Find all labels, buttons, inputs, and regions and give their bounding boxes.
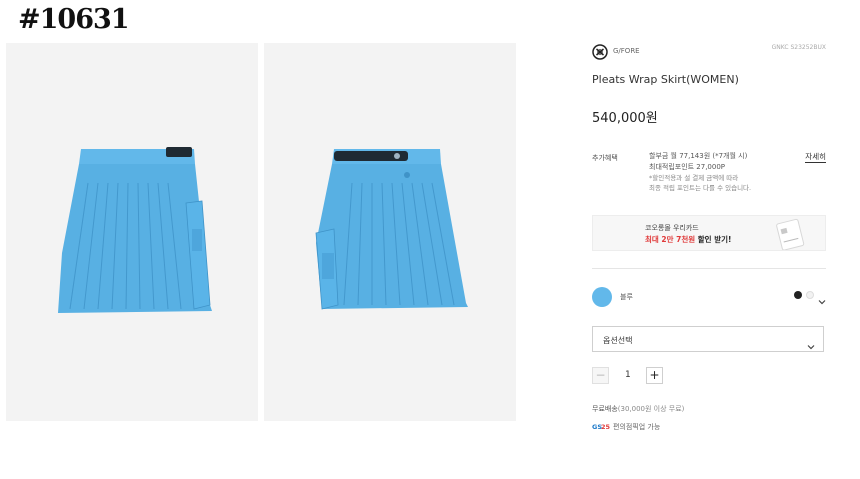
svg-text:25: 25 [601,423,610,430]
color-options [794,291,826,305]
banner-offer-suffix: 할인 받기! [695,235,732,244]
option-select[interactable]: 옵션선택 [592,326,824,352]
quantity-value[interactable]: 1 [625,370,631,380]
points-text: 최대적립포인트 27,000P [649,163,726,171]
selected-color-label: 블루 [620,293,633,301]
listing-number: #10631 [18,4,130,35]
gfore-logo-icon[interactable] [592,44,608,64]
brand-name[interactable]: G/FORE [613,47,640,55]
selected-color-swatch[interactable] [592,287,612,307]
product-title: Pleats Wrap Skirt(WOMEN) [592,73,739,86]
pickup-text: 편의점픽업 가능 [613,423,661,431]
option-select-value: 옵션선택 [603,336,633,345]
benefit-details-link[interactable]: 자세히 [805,152,826,163]
product-image-front[interactable] [6,43,258,421]
quantity-stepper: − 1 + [592,367,663,385]
credit-card-icon [771,218,811,254]
shipping-info: 무료배송(30,000원 이상 무료) [592,404,684,414]
points-note-line2: 최종 적립 포인트는 다를 수 있습니다. [649,184,752,192]
plus-icon: + [649,368,660,382]
section-divider [592,268,826,269]
quantity-increase-button[interactable]: + [646,367,663,384]
skirt-front-illustration [58,147,212,313]
benefit-label: 추가혜택 [592,154,618,162]
minus-icon: − [595,368,606,382]
benefit-details: 할부금 월 77,143원 (*7개월 시) 최대적립포인트 27,000P *… [649,151,751,193]
color-option-black[interactable] [794,291,802,299]
banner-card-name: 코오롱몰 우리카드 [645,224,699,232]
pickup-info: GS 25 편의점픽업 가능 [592,422,660,432]
quantity-decrease-button[interactable]: − [592,367,609,384]
installment-text: 할부금 월 77,143원 (*7개월 시) [649,152,748,160]
chevron-down-icon [807,336,815,355]
shipping-text: 무료배송 [592,405,618,413]
product-code: GNKC S23252BUX [771,44,826,51]
color-option-white[interactable] [806,291,814,299]
product-image-back[interactable] [264,43,516,421]
product-price: 540,000원 [592,111,658,126]
banner-offer: 최대 2만 7천원 할인 받기! [645,234,731,245]
skirt-back-illustration [315,149,468,310]
banner-discount: 최대 2만 7천원 [645,235,696,244]
points-note-line1: *할인적용과 설 결제 금액에 따라 [649,174,739,182]
card-promo-banner[interactable]: 코오롱몰 우리카드 최대 2만 7천원 할인 받기! [592,215,826,251]
brand-row: G/FORE GNKC S23252BUX [592,44,826,62]
gs25-logo-icon: GS 25 [592,422,611,432]
chevron-down-icon[interactable] [818,291,826,305]
shipping-condition: (30,000원 이상 무료) [617,405,685,413]
